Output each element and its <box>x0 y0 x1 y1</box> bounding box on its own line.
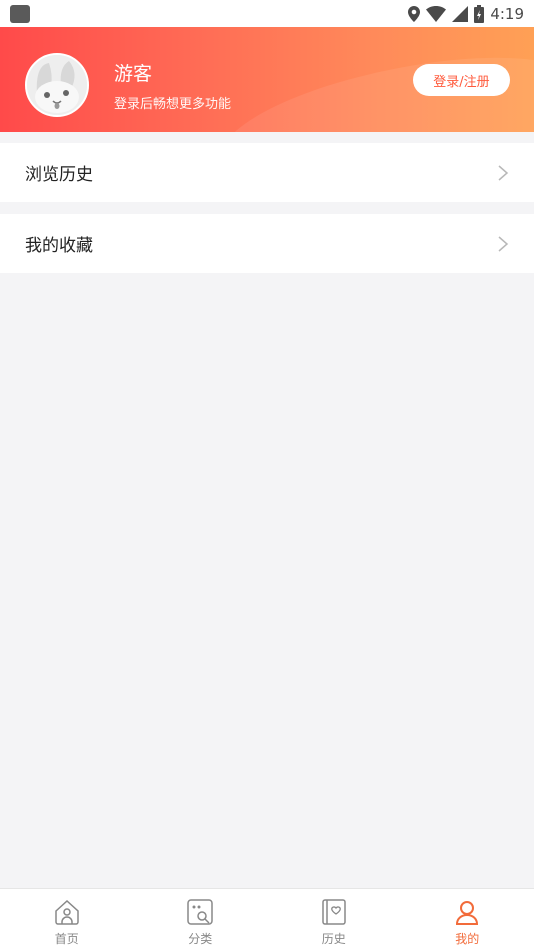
status-icons: 4:19 <box>408 5 524 23</box>
username: 游客 <box>114 59 152 86</box>
nav-item-home[interactable]: 首页 <box>0 889 134 951</box>
menu-item-label: 我的收藏 <box>25 231 93 256</box>
category-icon <box>186 898 214 926</box>
login-hint: 登录后畅想更多功能 <box>114 93 231 112</box>
signal-icon <box>452 6 468 22</box>
chevron-right-icon <box>497 236 509 252</box>
history-book-icon <box>320 898 348 926</box>
profile-header: 游客 登录后畅想更多功能 登录/注册 <box>0 27 534 132</box>
battery-icon <box>474 5 484 23</box>
nav-item-category[interactable]: 分类 <box>134 889 268 951</box>
nav-label: 历史 <box>322 930 346 947</box>
nav-label: 分类 <box>188 930 212 947</box>
login-register-button[interactable]: 登录/注册 <box>413 64 510 96</box>
nav-label: 我的 <box>455 930 479 947</box>
nav-item-history[interactable]: 历史 <box>267 889 401 951</box>
nav-item-profile[interactable]: 我的 <box>401 889 534 951</box>
app-icon <box>10 5 30 23</box>
menu-item-favorites[interactable]: 我的收藏 <box>0 214 534 273</box>
menu-item-history[interactable]: 浏览历史 <box>0 143 534 202</box>
rabbit-avatar-icon <box>27 55 87 115</box>
status-bar: 4:19 <box>0 0 534 27</box>
bottom-navigation: 首页 分类 历史 我的 <box>0 888 534 951</box>
avatar[interactable] <box>25 53 89 117</box>
location-icon <box>408 6 420 22</box>
profile-icon <box>453 898 481 926</box>
chevron-right-icon <box>497 165 509 181</box>
menu-item-label: 浏览历史 <box>25 160 93 185</box>
home-icon <box>53 898 81 926</box>
wifi-icon <box>426 6 446 22</box>
status-time: 4:19 <box>490 5 524 23</box>
nav-label: 首页 <box>55 930 79 947</box>
